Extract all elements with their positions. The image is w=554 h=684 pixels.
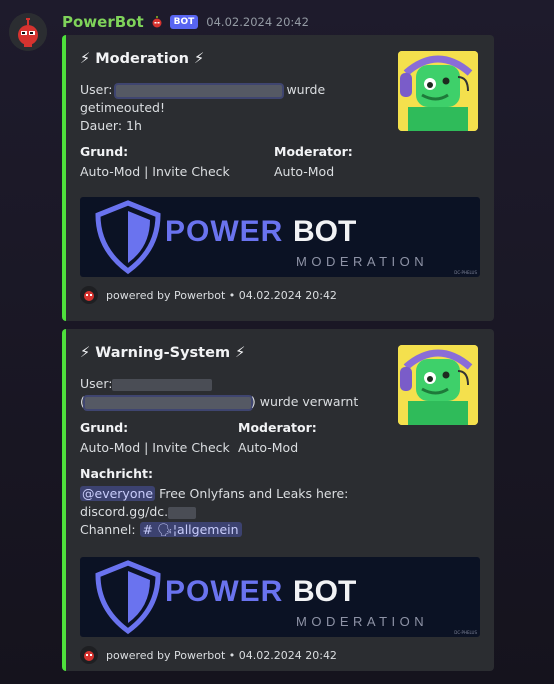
message-label: Nachricht: bbox=[80, 466, 153, 481]
user-line: User: wurde bbox=[80, 82, 326, 97]
duration-line: Dauer: 1h bbox=[80, 118, 142, 133]
bot-avatar-icon bbox=[9, 13, 47, 51]
banner-tagline: MODERATION bbox=[296, 614, 429, 629]
reason-label: Grund: bbox=[80, 420, 129, 435]
banner-word-power: POWER bbox=[165, 215, 284, 248]
banner-word-bot: BOT bbox=[293, 215, 357, 248]
embed-thumbnail[interactable] bbox=[398, 345, 478, 425]
everyone-mention[interactable]: @everyone bbox=[80, 486, 156, 501]
footer-bot-icon bbox=[80, 646, 98, 664]
reason-label: Grund: bbox=[80, 144, 129, 159]
robot-mascot-icon bbox=[398, 51, 478, 131]
cherry-badge-icon bbox=[152, 16, 162, 28]
shield-icon bbox=[95, 200, 161, 275]
author-name[interactable]: PowerBot bbox=[62, 13, 144, 31]
powerbot-banner[interactable]: POWER BOT MODERATION DC-PHELUS bbox=[80, 557, 480, 637]
invite-link-line: discord.gg/dc. bbox=[80, 503, 197, 521]
user-id-line: () wurde verwarnt bbox=[80, 394, 359, 409]
bot-avatar[interactable] bbox=[9, 13, 47, 51]
banner-credit: DC-PHELUS bbox=[454, 630, 477, 635]
embed-thumbnail[interactable] bbox=[398, 51, 478, 131]
moderator-value: Auto-Mod bbox=[238, 440, 299, 455]
footer-text: powered by Powerbot • 04.02.2024 20:42 bbox=[106, 288, 337, 302]
powerbot-banner[interactable]: POWER BOT MODERATION DC-PHELUS bbox=[80, 197, 480, 277]
redacted-invite-code bbox=[168, 506, 197, 519]
warning-embed: ⚡ Warning-System ⚡ User: () wurde verwar… bbox=[62, 329, 494, 671]
moderator-value: Auto-Mod bbox=[274, 164, 335, 179]
channel-line: Channel: # 🗣¦allgemein bbox=[80, 521, 242, 539]
timeout-line: getimeouted! bbox=[80, 100, 165, 115]
footer-text: powered by Powerbot • 04.02.2024 20:42 bbox=[106, 648, 337, 662]
message-header: PowerBot BOT 04.02.2024 20:42 bbox=[62, 12, 309, 32]
banner-credit: DC-PHELUS bbox=[454, 270, 477, 275]
redacted-username bbox=[116, 84, 283, 97]
footer-bot-icon bbox=[80, 286, 98, 304]
moderator-label: Moderator: bbox=[238, 420, 317, 435]
message-content: @everyone Free Onlyfans and Leaks here: bbox=[80, 486, 349, 501]
moderator-label: Moderator: bbox=[274, 144, 353, 159]
redacted-user-id bbox=[84, 396, 251, 409]
embed-footer: powered by Powerbot • 04.02.2024 20:42 bbox=[80, 286, 337, 304]
embed-title: ⚡ Warning-System ⚡ bbox=[80, 345, 246, 361]
redacted-username bbox=[112, 378, 213, 391]
robot-mascot-icon bbox=[398, 345, 478, 425]
embed-footer: powered by Powerbot • 04.02.2024 20:42 bbox=[80, 646, 337, 664]
channel-mention[interactable]: # 🗣¦allgemein bbox=[139, 522, 242, 537]
banner-word-bot: BOT bbox=[293, 575, 357, 608]
shield-icon bbox=[95, 560, 161, 635]
bot-tag: BOT bbox=[169, 15, 199, 29]
moderation-embed: ⚡ Moderation ⚡ User: wurde getimeouted! … bbox=[62, 35, 494, 321]
message-timestamp: 04.02.2024 20:42 bbox=[206, 15, 309, 29]
reason-value: Auto-Mod | Invite Check bbox=[80, 164, 230, 179]
embed-title: ⚡ Moderation ⚡ bbox=[80, 51, 205, 67]
banner-tagline: MODERATION bbox=[296, 254, 429, 269]
reason-value: Auto-Mod | Invite Check bbox=[80, 440, 230, 455]
user-line: User: bbox=[80, 375, 213, 393]
banner-word-power: POWER bbox=[165, 575, 284, 608]
